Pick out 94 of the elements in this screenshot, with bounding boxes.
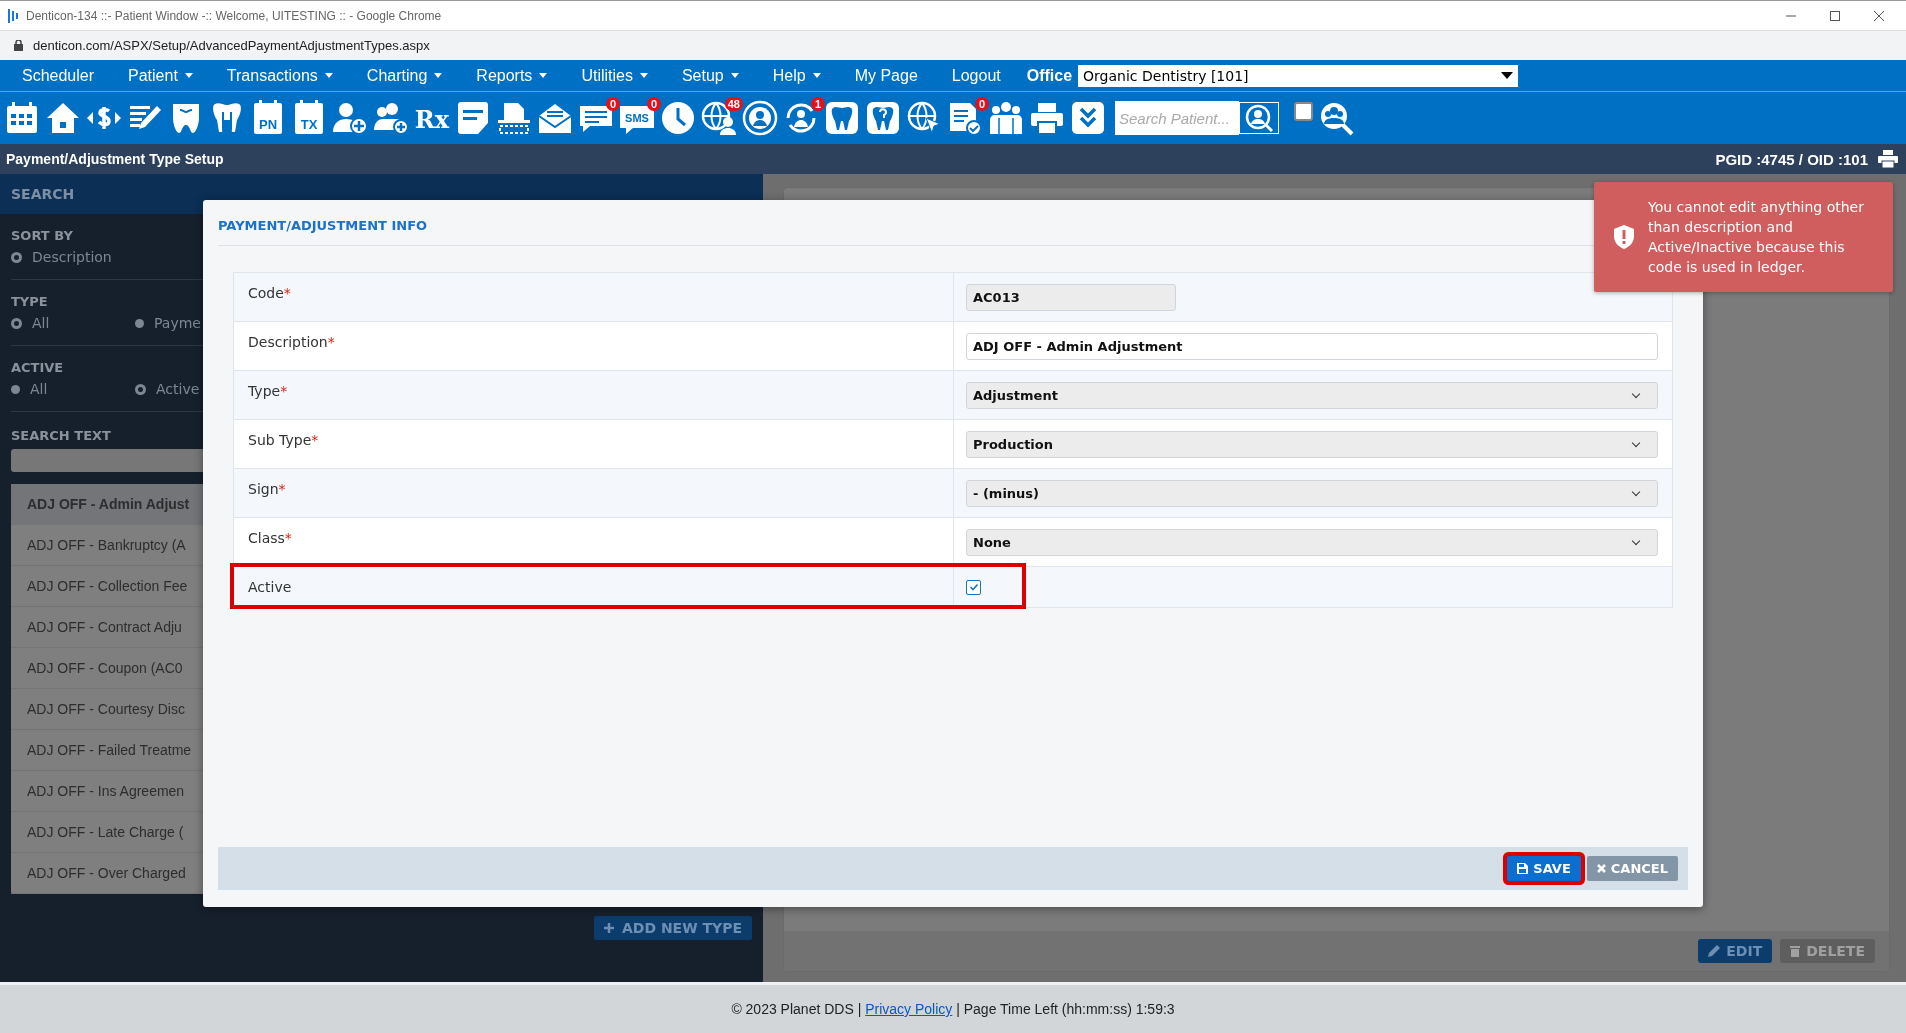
- save-icon: [1517, 863, 1529, 874]
- input-field[interactable]: ADJ OFF - Admin Adjustment: [966, 332, 1658, 360]
- caret-icon: [324, 73, 333, 78]
- close-icon[interactable]: [1874, 10, 1884, 21]
- chevron-down-icon[interactable]: [1070, 100, 1106, 136]
- family-icon[interactable]: [988, 100, 1024, 136]
- calendar-icon[interactable]: [4, 100, 40, 136]
- field-label: Code*: [234, 273, 954, 321]
- checkmark-icon: [968, 582, 979, 592]
- caret-icon: [730, 73, 739, 78]
- caret-icon: [184, 73, 193, 78]
- section-title: ACTIVE: [11, 360, 65, 375]
- dropdown[interactable]: Adjustment: [966, 381, 1658, 409]
- person-search-icon: [1244, 104, 1274, 132]
- dropdown[interactable]: Production: [966, 430, 1658, 458]
- cancel-button[interactable]: CANCEL: [1586, 856, 1678, 881]
- radio-button[interactable]: [11, 384, 20, 394]
- notification-badge: 0: [606, 97, 620, 111]
- checkbox[interactable]: [1294, 102, 1313, 121]
- document-check-icon[interactable]: [947, 100, 983, 136]
- dropdown[interactable]: None: [966, 528, 1658, 556]
- office-dropdown[interactable]: Organic Dentistry [101]: [1078, 64, 1519, 87]
- plus-icon: [603, 923, 614, 933]
- tooth-icon[interactable]: [824, 100, 860, 136]
- notification-badge: 0: [975, 97, 989, 111]
- scanner-icon[interactable]: [496, 100, 532, 136]
- printer-icon[interactable]: [1029, 100, 1065, 136]
- add-person-icon[interactable]: [332, 100, 368, 136]
- trash-icon: [1790, 945, 1801, 957]
- radio-label: All: [32, 315, 50, 331]
- section-title: SORT BY: [11, 228, 74, 243]
- toast-message: You cannot edit anything other than description and Active/Inactive because this code is used in ledger.: [1648, 198, 1865, 277]
- checkbox[interactable]: [966, 579, 981, 595]
- lock-icon: [14, 40, 23, 51]
- field-label: Sign*: [234, 469, 954, 517]
- radio-label: Active: [156, 381, 200, 397]
- shield-icon: [1614, 225, 1634, 249]
- radio-button[interactable]: [11, 251, 22, 263]
- globe-person-icon[interactable]: [742, 100, 778, 136]
- window-title: Denticon-134 ::- Patient Window -:: Welcome, UITESTING :: - Google Chrome: [26, 8, 442, 23]
- radio-button[interactable]: [135, 383, 146, 395]
- add-new-type-button[interactable]: ADD NEW TYPE: [593, 916, 752, 940]
- add-people-icon[interactable]: [373, 100, 409, 136]
- footer-text: © 2023 Planet DDS | Privacy Policy | Page Time Left (hh:mm:ss) 1:59:3: [731, 1001, 1175, 1017]
- account-ids: PGID :4745 / OID :101: [1715, 150, 1868, 168]
- app-icon: [8, 8, 18, 23]
- prescription-icon[interactable]: Rx: [414, 105, 450, 134]
- notification-badge: 48: [724, 97, 743, 111]
- printer-icon[interactable]: [1878, 150, 1898, 168]
- privacy-policy-link[interactable]: Privacy Policy: [865, 1001, 953, 1017]
- radio-label: Payme: [154, 315, 201, 331]
- code-field[interactable]: AC013: [966, 283, 1176, 311]
- menu-item[interactable]: Setup: [681, 66, 739, 85]
- people-search-icon[interactable]: [1318, 100, 1354, 136]
- menu-item[interactable]: Logout: [951, 66, 1001, 85]
- radio-label: Description: [32, 249, 112, 265]
- field-label: Sub Type*: [234, 420, 954, 468]
- caret-icon: [812, 73, 821, 78]
- close-icon: [1596, 864, 1606, 873]
- clock-icon[interactable]: [660, 100, 696, 136]
- radio-button[interactable]: [135, 318, 144, 328]
- menu-item[interactable]: Reports: [476, 66, 548, 85]
- caret-icon: [539, 73, 548, 78]
- caret-icon: [434, 73, 443, 78]
- menu-item[interactable]: Utilities: [581, 66, 648, 85]
- field-label: Active: [234, 567, 954, 607]
- field-label: Type*: [234, 371, 954, 419]
- radio-label: All: [30, 381, 48, 397]
- section-title: TYPE: [11, 294, 49, 309]
- caret-icon: [639, 73, 648, 78]
- office-label: Office: [1026, 66, 1073, 85]
- field-label: Description*: [234, 322, 954, 370]
- page-title: Payment/Adjustment Type Setup: [6, 151, 224, 167]
- menu-item[interactable]: Charting: [366, 66, 443, 85]
- note-icon[interactable]: [455, 100, 491, 136]
- radio-button[interactable]: [11, 317, 22, 329]
- menu-item[interactable]: Transactions: [226, 66, 333, 85]
- notification-badge: 0: [647, 97, 661, 111]
- globe-cursor-icon[interactable]: [906, 100, 942, 136]
- address-bar[interactable]: denticon.com/ASPX/Setup/AdvancedPaymentAdjustmentTypes.aspx: [33, 38, 430, 53]
- patient-search-button[interactable]: [1239, 102, 1279, 134]
- menu-item[interactable]: Help: [772, 66, 821, 85]
- menu-item[interactable]: My Page: [854, 66, 918, 85]
- edit-button[interactable]: EDIT: [1698, 939, 1773, 963]
- notification-badge: 1: [811, 97, 825, 111]
- maximize-icon[interactable]: [1830, 10, 1840, 21]
- patient-search-field[interactable]: Search Patient...: [1115, 101, 1239, 135]
- menu-item[interactable]: Patient: [128, 66, 193, 85]
- menu-item[interactable]: Scheduler: [22, 66, 95, 85]
- dropdown[interactable]: - (minus): [966, 479, 1658, 507]
- section-title: SEARCH TEXT: [11, 428, 111, 443]
- tooth-question-icon[interactable]: [865, 100, 901, 136]
- pencil-icon: [1708, 945, 1721, 957]
- home-icon[interactable]: [45, 100, 81, 136]
